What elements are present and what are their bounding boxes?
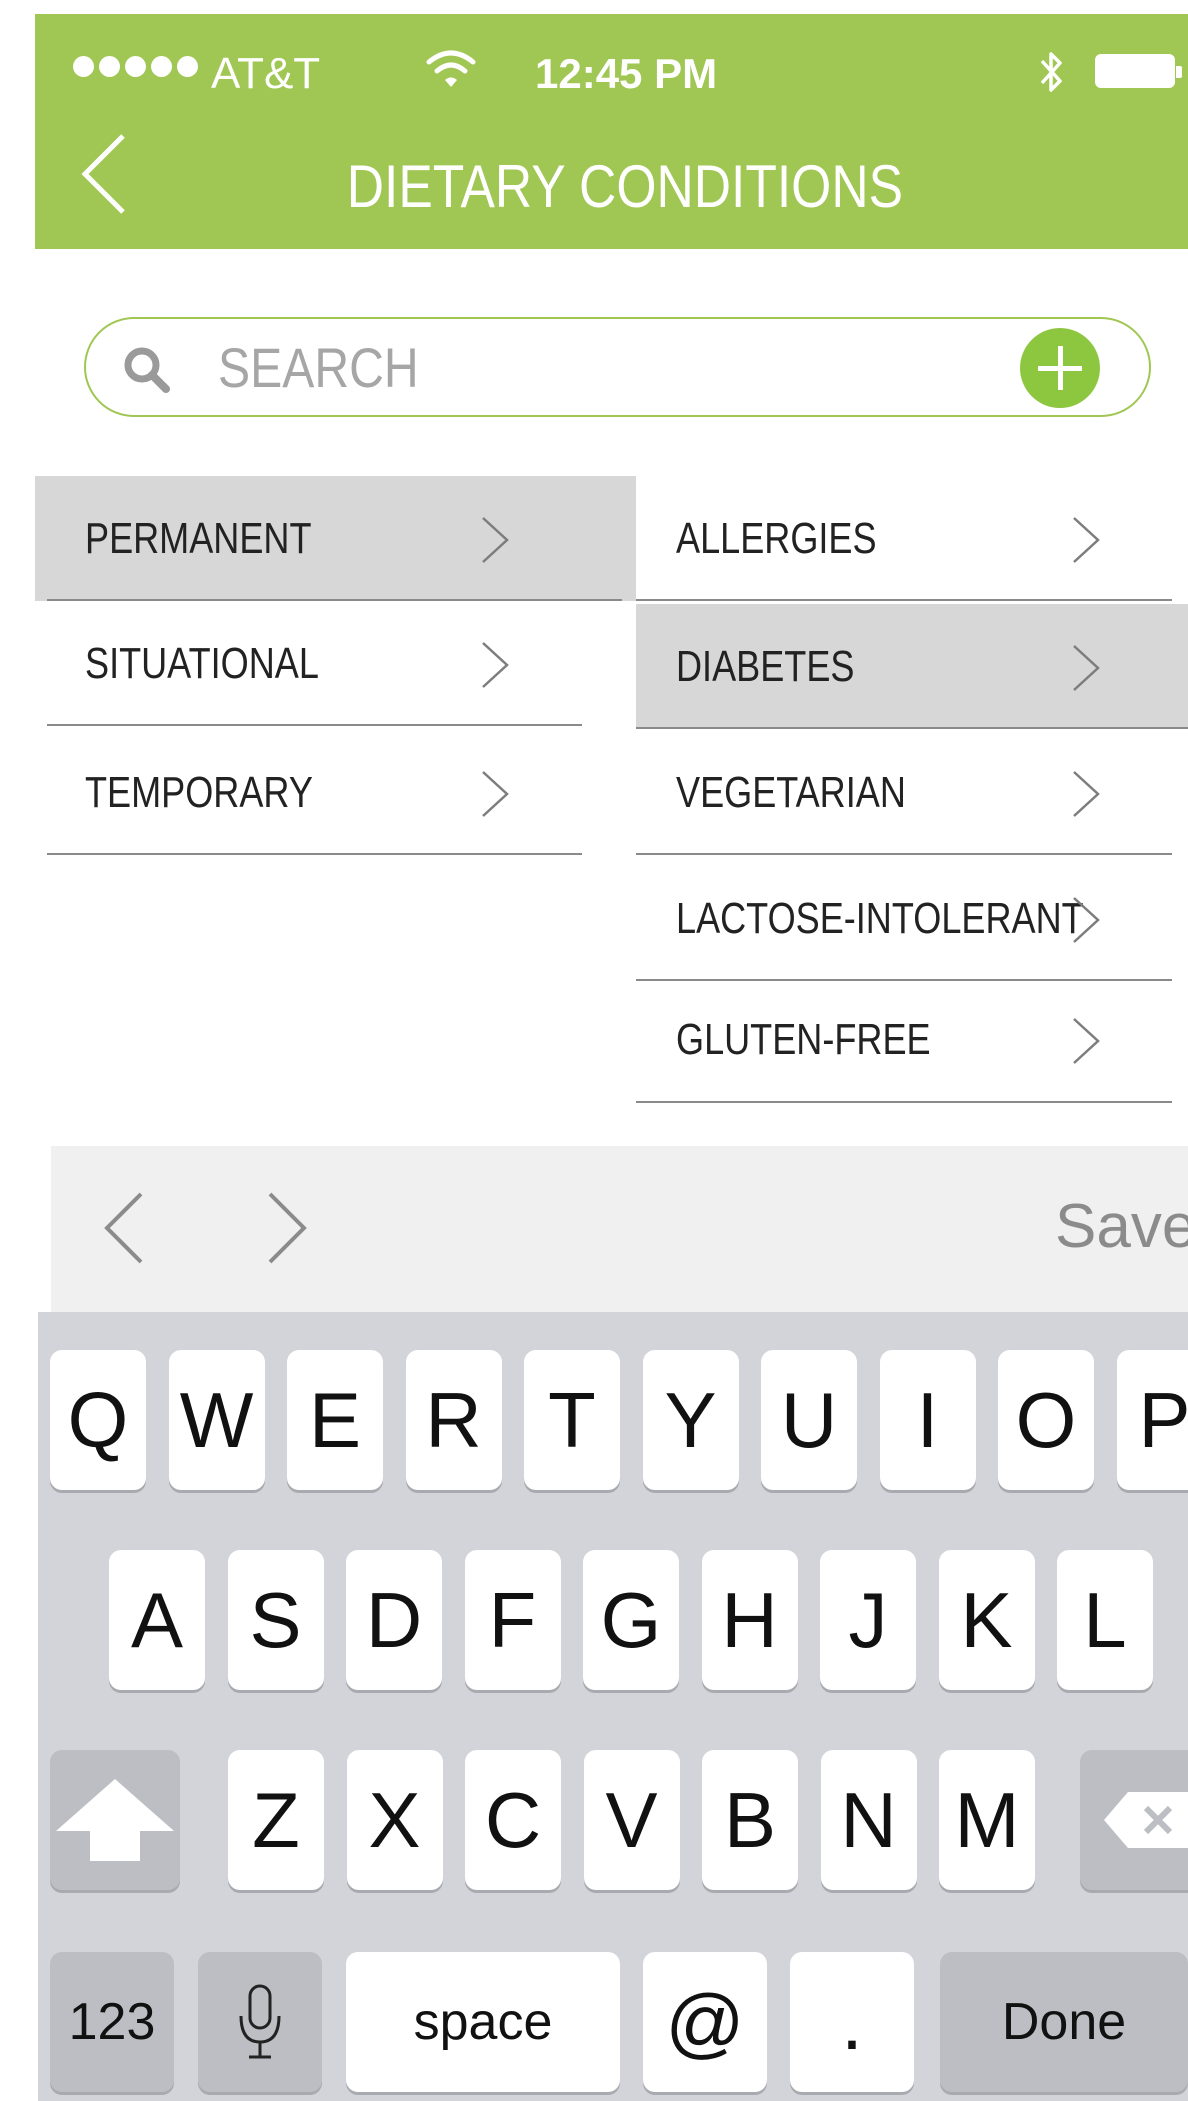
chevron-right-icon — [482, 771, 509, 817]
key-l[interactable]: L — [1057, 1550, 1153, 1690]
wifi-icon — [426, 50, 476, 87]
key-n[interactable]: N — [820, 1750, 917, 1890]
key-s[interactable]: S — [227, 1550, 324, 1690]
key-f[interactable]: F — [464, 1550, 561, 1690]
category-item-situational[interactable]: SITUATIONAL — [35, 601, 636, 726]
chevron-right-icon — [482, 517, 509, 563]
chevron-right-icon — [1073, 1018, 1100, 1064]
battery-icon — [1095, 54, 1182, 88]
key-x[interactable]: X — [346, 1750, 443, 1890]
save-button[interactable]: Save — [1055, 1182, 1188, 1272]
chevron-right-icon — [1073, 771, 1100, 817]
key-z[interactable]: Z — [228, 1750, 324, 1890]
condition-item-vegetarian[interactable]: VEGETARIAN — [636, 730, 1188, 855]
key-h[interactable]: H — [701, 1550, 798, 1690]
key-q[interactable]: Q — [50, 1350, 146, 1490]
status-time: 12:45 PM — [535, 50, 718, 97]
row-divider — [47, 853, 582, 855]
key-m[interactable]: M — [939, 1750, 1035, 1890]
condition-label: ALLERGIES — [676, 514, 877, 563]
condition-item-diabetes[interactable]: DIABETES — [636, 604, 1188, 729]
key-r[interactable]: R — [405, 1350, 502, 1490]
numbers-key[interactable]: 123 — [50, 1952, 174, 2092]
category-item-temporary[interactable]: TEMPORARY — [35, 730, 636, 855]
category-item-permanent[interactable]: PERMANENT — [35, 476, 636, 601]
key-t[interactable]: T — [524, 1350, 620, 1490]
key-v[interactable]: V — [583, 1750, 680, 1890]
key-b[interactable]: B — [702, 1750, 798, 1890]
search-bar — [84, 317, 1151, 417]
dictation-key[interactable] — [198, 1952, 322, 2092]
key-j[interactable]: J — [820, 1550, 916, 1690]
key-u[interactable]: U — [761, 1350, 857, 1490]
row-divider — [636, 853, 1172, 855]
status-bar: AT&T 12:45 PM — [35, 14, 1188, 130]
at-key[interactable]: @ — [643, 1952, 767, 2092]
condition-item-lactose-intolerant[interactable]: LACTOSE-INTOLERANT — [636, 856, 1188, 981]
key-w[interactable]: W — [168, 1350, 265, 1490]
shift-arrow-icon — [56, 1779, 174, 1861]
bluetooth-icon — [1040, 52, 1062, 92]
key-g[interactable]: G — [583, 1550, 679, 1690]
page-title: DIETARY CONDITIONS — [346, 153, 904, 220]
row-divider — [47, 724, 582, 726]
add-condition-button[interactable] — [1020, 328, 1100, 408]
key-c[interactable]: C — [465, 1750, 561, 1890]
space-key[interactable]: space — [346, 1952, 620, 2092]
key-d[interactable]: D — [346, 1550, 442, 1690]
keyboard-accessory-bar: Save — [51, 1146, 1188, 1312]
period-key[interactable]: . — [790, 1952, 914, 2092]
row-divider — [636, 727, 1188, 729]
shift-key[interactable] — [50, 1750, 180, 1890]
key-e[interactable]: E — [287, 1350, 383, 1490]
key-y[interactable]: Y — [642, 1350, 739, 1490]
nav-header: AT&T 12:45 PM DIETARY CONDITIONS — [35, 14, 1188, 249]
condition-label: GLUTEN-FREE — [676, 1015, 931, 1064]
row-divider — [636, 1101, 1172, 1103]
signal-strength-icon — [73, 56, 203, 77]
condition-item-gluten-free[interactable]: GLUTEN-FREE — [636, 977, 1188, 1103]
keyboard: QWERTYUIOP ASDFGHJKL ZXCVBNM 123 space @… — [38, 1312, 1188, 2101]
key-a[interactable]: A — [109, 1550, 205, 1690]
chevron-right-icon — [482, 642, 509, 688]
delete-key[interactable] — [1080, 1750, 1188, 1890]
category-label: PERMANENT — [85, 514, 312, 563]
chevron-right-icon — [1073, 897, 1100, 943]
done-key[interactable]: Done — [940, 1952, 1188, 2092]
next-field-icon[interactable] — [256, 1188, 316, 1268]
microphone-icon — [239, 1984, 281, 2059]
search-input[interactable] — [218, 329, 924, 405]
search-icon — [124, 347, 170, 393]
key-o[interactable]: O — [998, 1350, 1094, 1490]
condition-label: DIABETES — [676, 642, 855, 691]
carrier-name: AT&T — [211, 49, 321, 98]
key-i[interactable]: I — [879, 1350, 976, 1490]
row-divider — [636, 599, 1172, 601]
chevron-right-icon — [1073, 517, 1100, 563]
condition-label: LACTOSE-INTOLERANT — [676, 894, 1084, 943]
category-label: SITUATIONAL — [85, 639, 319, 688]
condition-item-allergies[interactable]: ALLERGIES — [636, 476, 1188, 601]
key-k[interactable]: K — [938, 1550, 1035, 1690]
previous-field-icon[interactable] — [95, 1188, 155, 1268]
key-p[interactable]: P — [1116, 1350, 1188, 1490]
chevron-right-icon — [1073, 645, 1100, 691]
condition-label: VEGETARIAN — [676, 768, 906, 817]
category-label: TEMPORARY — [85, 768, 313, 817]
backspace-icon — [1104, 1792, 1188, 1848]
